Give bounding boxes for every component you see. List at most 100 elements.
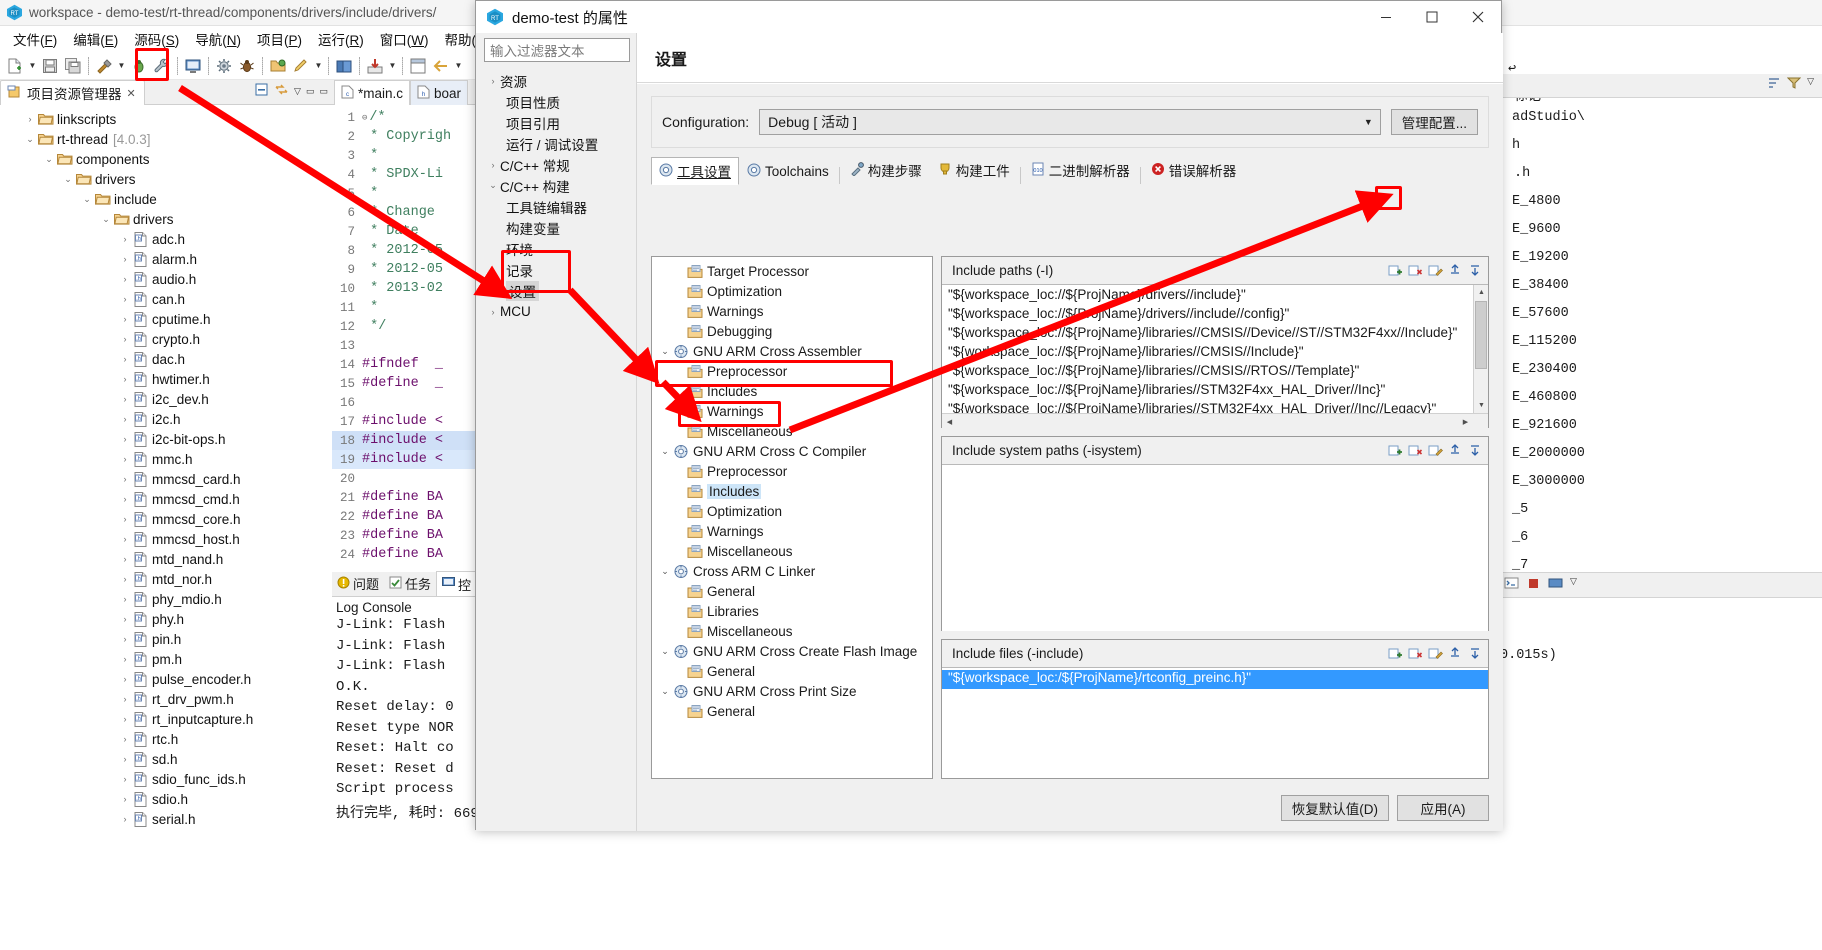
editor-tab-board-h[interactable]: h boar xyxy=(410,80,469,105)
close-button[interactable] xyxy=(1455,1,1501,33)
right-strip-console-icons[interactable]: ▽ xyxy=(1504,576,1577,594)
twisty-collapsed[interactable]: › xyxy=(118,314,132,324)
twisty-collapsed[interactable]: › xyxy=(486,160,500,170)
twisty-collapsed[interactable]: › xyxy=(118,794,132,804)
twisty-expanded[interactable]: ⌄ xyxy=(61,174,75,185)
twisty-expanded[interactable]: ⌄ xyxy=(658,446,672,457)
new-file-icon[interactable] xyxy=(4,55,26,77)
twisty-expanded[interactable]: ⌄ xyxy=(658,566,672,577)
code-line[interactable]: 11 * xyxy=(332,298,480,317)
build-hammer-icon[interactable] xyxy=(93,55,115,77)
add-icon[interactable] xyxy=(1387,645,1404,662)
move-up-icon[interactable] xyxy=(1447,262,1464,279)
tool-tree-item-6[interactable]: Includes xyxy=(652,381,932,401)
dialog-window-buttons[interactable] xyxy=(1363,1,1501,33)
scroll-up-icon[interactable]: ▲ xyxy=(1474,285,1488,300)
tree-row[interactable]: › .h i2c.h xyxy=(0,409,332,429)
twisty-collapsed[interactable]: › xyxy=(118,514,132,524)
tool-tree-item-22[interactable]: General xyxy=(652,701,932,721)
twisty-collapsed[interactable]: › xyxy=(486,307,500,317)
tree-row[interactable]: › .h phy_mdio.h xyxy=(0,589,332,609)
twisty-expanded[interactable]: ⌄ xyxy=(658,686,672,697)
stop-icon[interactable] xyxy=(1526,576,1541,594)
view-menu-icon[interactable]: ▽ xyxy=(294,86,301,97)
tree-row[interactable]: › .h pin.h xyxy=(0,629,332,649)
editor-tab-main-c[interactable]: c *main.c xyxy=(334,80,411,105)
include-files-list[interactable]: "${workspace_loc:/${ProjName}/rtconfig_p… xyxy=(942,668,1488,777)
menu-item-0[interactable]: 文件(F) xyxy=(6,26,64,52)
tree-row[interactable]: ⌄ include xyxy=(0,189,332,209)
code-line[interactable]: 13 xyxy=(332,336,480,355)
tree-row[interactable]: › .h dac.h xyxy=(0,349,332,369)
dialog-nav-item-5[interactable]: ⌄ C/C++ 构建 xyxy=(484,175,630,196)
tool-tree-item-12[interactable]: Optimization xyxy=(652,501,932,521)
twisty-collapsed[interactable]: › xyxy=(118,294,132,304)
twisty-collapsed[interactable]: › xyxy=(118,634,132,644)
twisty-collapsed[interactable]: › xyxy=(118,674,132,684)
code-line[interactable]: 9 * 2012-05 xyxy=(332,260,480,279)
code-line[interactable]: 10 * 2013-02 xyxy=(332,279,480,298)
code-content[interactable]: 1 ⊖/* 2 * Copyrigh 3 * 4 * SPDX-Li 5 * 6 * Cha… xyxy=(332,105,480,564)
dialog-nav-item-10[interactable]: 设置 xyxy=(484,280,630,301)
filter-input[interactable]: 输入过滤器文本 xyxy=(484,38,630,62)
tool-tree-item-3[interactable]: Debugging xyxy=(652,321,932,341)
include-system-paths-toolbar[interactable] xyxy=(1387,442,1484,459)
tool-tree-item-7[interactable]: Warnings xyxy=(652,401,932,421)
scroll-left-icon[interactable]: ◀ xyxy=(942,414,957,428)
option-list-item[interactable]: "${workspace_loc://${ProjName}/drivers//… xyxy=(942,287,1470,306)
tree-row[interactable]: › .h serial.h xyxy=(0,809,332,829)
dialog-nav-item-3[interactable]: 运行 / 调试设置 xyxy=(484,133,630,154)
option-list-item[interactable]: "${workspace_loc://${ProjName}/libraries… xyxy=(942,363,1470,382)
code-line[interactable]: 14 #ifndef _ xyxy=(332,355,480,374)
tree-row[interactable]: › linkscripts xyxy=(0,109,332,129)
tree-row[interactable]: › .h sd.h xyxy=(0,749,332,769)
import-icon[interactable] xyxy=(364,55,386,77)
twisty-collapsed[interactable]: › xyxy=(118,774,132,784)
tree-row[interactable]: › .h mtd_nor.h xyxy=(0,569,332,589)
debug-bug-icon[interactable] xyxy=(128,55,150,77)
project-explorer-tree[interactable]: › linkscripts ⌄ rt-thread [4.0.3] ⌄ components… xyxy=(0,105,332,829)
twisty-collapsed[interactable]: › xyxy=(118,454,132,464)
twisty-collapsed[interactable]: › xyxy=(118,434,132,444)
twisty-expanded[interactable]: ⌄ xyxy=(23,134,37,145)
code-line[interactable]: 20 xyxy=(332,469,480,488)
delete-icon[interactable] xyxy=(1407,262,1424,279)
tree-row[interactable]: › .h mmcsd_cmd.h xyxy=(0,489,332,509)
code-line[interactable]: 16 xyxy=(332,393,480,412)
code-line[interactable]: 19 #include < xyxy=(332,450,480,469)
dialog-nav-item-6[interactable]: 工具链编辑器 xyxy=(484,196,630,217)
dialog-footer[interactable]: 恢复默认值(D) 应用(A) xyxy=(1280,795,1489,821)
dialog-nav-tree[interactable]: › 资源 项目性质 项目引用 运行 / 调试设置 › C/C++ 常规 ⌄ C/C++ 构建 工具… xyxy=(484,70,630,322)
tool-tree-item-9[interactable]: ⌄ GNU ARM Cross C Compiler xyxy=(652,441,932,461)
console-tab-0[interactable]: 问题 xyxy=(332,571,384,596)
tree-row[interactable]: › .h mtd_nand.h xyxy=(0,549,332,569)
tool-tree-item-19[interactable]: ⌄ GNU ARM Cross Create Flash Image xyxy=(652,641,932,661)
back-arrow-icon[interactable] xyxy=(430,55,452,77)
code-line[interactable]: 21 #define BA xyxy=(332,488,480,507)
console-tab-2[interactable]: 控 xyxy=(436,571,478,596)
move-up-icon[interactable] xyxy=(1447,645,1464,662)
include-paths-hscrollbar[interactable]: ◀ ▶ xyxy=(942,413,1488,428)
link-editor-icon[interactable] xyxy=(274,82,289,100)
delete-icon[interactable] xyxy=(1407,645,1424,662)
tool-tree-item-2[interactable]: Warnings xyxy=(652,301,932,321)
tool-tree-item-14[interactable]: Miscellaneous xyxy=(652,541,932,561)
settings-tab-3[interactable]: 构建工件 xyxy=(930,156,1018,184)
twisty-expanded[interactable]: ⌄ xyxy=(486,180,500,191)
menu-item-5[interactable]: 运行(R) xyxy=(311,26,371,52)
tool-tree-item-0[interactable]: Target Processor xyxy=(652,261,932,281)
dialog-nav-item-11[interactable]: › MCU xyxy=(484,301,630,322)
settings-gear-icon[interactable] xyxy=(213,55,235,77)
twisty-collapsed[interactable]: › xyxy=(118,734,132,744)
dialog-nav-item-0[interactable]: › 资源 xyxy=(484,70,630,91)
tool-tree-item-1[interactable]: Optimization xyxy=(652,281,932,301)
outline-menu-icon[interactable]: ▽ xyxy=(1807,76,1814,93)
include-paths-list[interactable]: "${workspace_loc://${ProjName}/drivers//… xyxy=(942,285,1488,428)
code-line[interactable]: 2 * Copyrigh xyxy=(332,127,480,146)
tree-row[interactable]: › .h mmcsd_host.h xyxy=(0,529,332,549)
close-icon[interactable]: ✕ xyxy=(127,87,136,100)
twisty-collapsed[interactable]: › xyxy=(118,394,132,404)
tool-tree-item-20[interactable]: General xyxy=(652,661,932,681)
collapse-all-icon[interactable] xyxy=(254,82,269,100)
chevron-down-icon[interactable]: ▼ xyxy=(313,55,324,77)
